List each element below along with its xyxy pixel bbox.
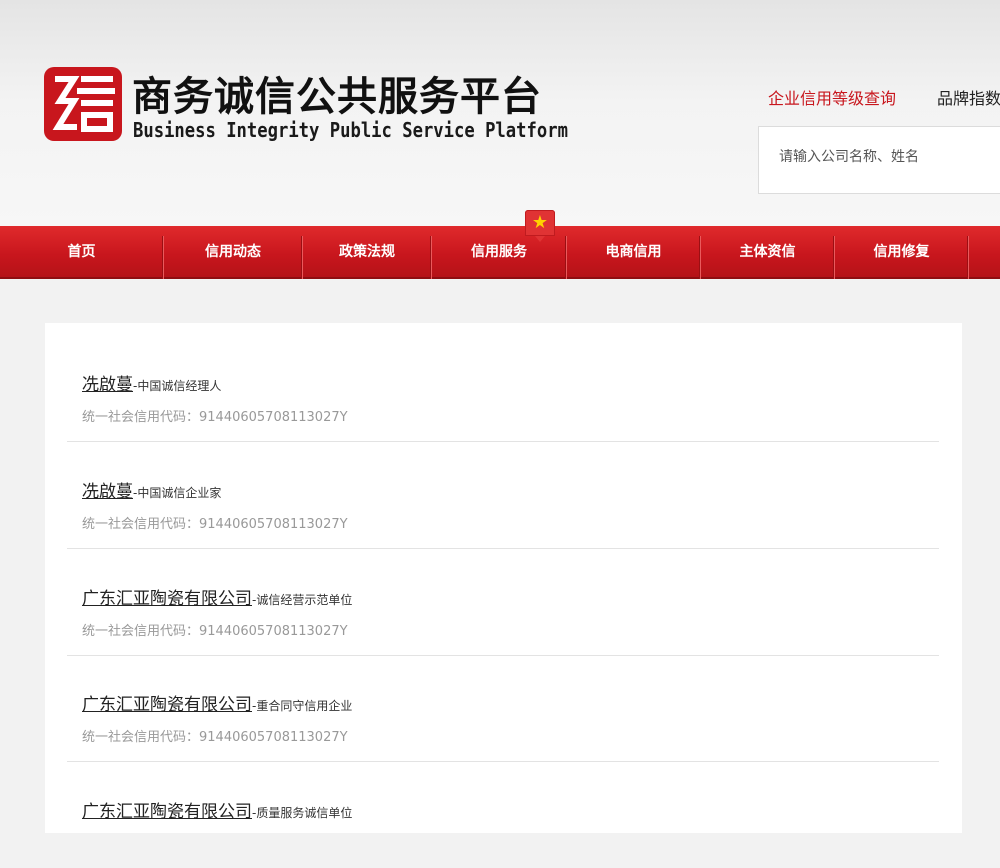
site-subtitle: Business Integrity Public Service Platfo…	[133, 118, 568, 142]
main-nav: 首页 信用动态 政策法规 信用服务 电商信用 主体资信 信用修复	[0, 226, 1000, 279]
result-honor-tag: 质量服务诚信单位	[256, 806, 353, 820]
result-name-link[interactable]: 广东汇亚陶瓷有限公司	[82, 695, 252, 715]
result-name-link[interactable]: 冼啟蔓	[82, 482, 133, 502]
nav-entity-credit[interactable]: 主体资信	[701, 226, 834, 279]
logo-seal-icon[interactable]	[44, 67, 122, 141]
result-name-link[interactable]: 广东汇亚陶瓷有限公司	[82, 589, 252, 609]
result-name-link[interactable]: 广东汇亚陶瓷有限公司	[82, 802, 252, 822]
result-name-link[interactable]: 冼啟蔓	[82, 375, 133, 395]
result-honor-tag: 中国诚信企业家	[137, 486, 222, 500]
nav-credit-repair[interactable]: 信用修复	[835, 226, 968, 279]
result-item: 广东汇亚陶瓷有限公司-质量服务诚信单位	[67, 761, 939, 868]
result-item: 广东汇亚陶瓷有限公司-诚信经营示范单位 统一社会信用代码：91440605708…	[67, 548, 939, 656]
result-honor-tag: 重合同守信用企业	[256, 699, 353, 713]
nav-policies[interactable]: 政策法规	[303, 226, 431, 279]
site-title: 商务诚信公共服务平台	[132, 74, 542, 120]
result-honor-tag: 诚信经营示范单位	[256, 593, 353, 607]
credit-code: 统一社会信用代码：91440605708113027Y	[82, 624, 348, 639]
result-item: 广东汇亚陶瓷有限公司-重合同守信用企业 统一社会信用代码：91440605708…	[67, 654, 939, 762]
search-input[interactable]	[779, 149, 999, 165]
nav-divider	[967, 236, 969, 279]
result-item: 冼啟蔓-中国诚信经理人 统一社会信用代码：91440605708113027Y	[67, 334, 939, 442]
result-honor-tag: 中国诚信经理人	[137, 379, 222, 393]
credit-code: 统一社会信用代码：91440605708113027Y	[82, 730, 348, 745]
brand-index-link[interactable]: 品牌指数	[937, 85, 1000, 109]
credit-rating-query-link[interactable]: 企业信用等级查询	[768, 85, 896, 109]
nav-ecommerce-credit[interactable]: 电商信用	[567, 226, 700, 279]
site-header: 商务诚信公共服务平台 Business Integrity Public Ser…	[0, 0, 1000, 226]
credit-code: 统一社会信用代码：91440605708113027Y	[82, 517, 348, 532]
nav-home[interactable]: 首页	[0, 226, 163, 279]
search-box	[758, 126, 1000, 194]
results-panel: 冼啟蔓-中国诚信经理人 统一社会信用代码：91440605708113027Y …	[45, 323, 962, 833]
result-item: 冼啟蔓-中国诚信企业家 统一社会信用代码：91440605708113027Y	[67, 441, 939, 549]
credit-code: 统一社会信用代码：91440605708113027Y	[82, 410, 348, 425]
star-icon: ★	[525, 210, 555, 242]
nav-credit-news[interactable]: 信用动态	[164, 226, 302, 279]
